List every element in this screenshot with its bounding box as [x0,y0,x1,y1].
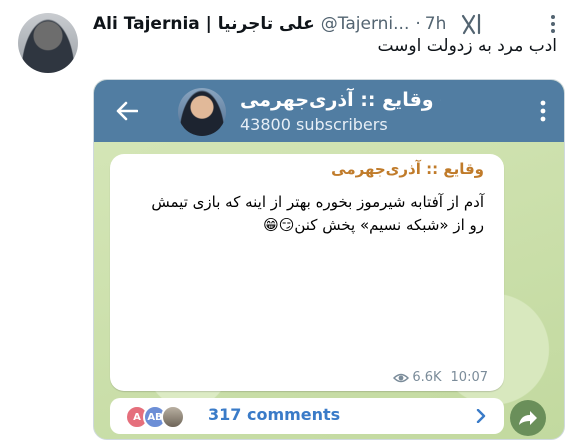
author-handle[interactable]: @Tajerni... [321,14,410,34]
telegram-header: وقایع :: آذری‌جهرمی 43800 subscribers [94,80,564,142]
tweet-header: Ali Tajernia | علی تاجرنیا @Tajerni... ·… [93,11,559,37]
share-button[interactable] [510,400,546,436]
channel-avatar[interactable] [178,88,226,136]
menu-dots-icon[interactable] [540,100,546,122]
message-bubble[interactable]: وقایع :: آذری‌جهرمی آدم از آفتابه شیرموز… [110,154,504,391]
message-meta: 6.6K 10:07 [393,370,488,385]
commenter-avatar [161,405,185,429]
separator-dot: · [415,14,421,34]
tweet-time[interactable]: 7h [425,14,447,34]
more-icon[interactable] [550,14,556,34]
channel-title-row: وقایع :: آذری‌جهرمی [240,88,440,112]
share-icon [519,411,537,425]
chevron-right-icon [476,409,486,423]
comments-bar[interactable]: A AB 317 comments [110,398,504,434]
grok-icon[interactable] [460,13,484,35]
tweet-author-avatar[interactable] [18,13,78,73]
back-arrow-icon[interactable] [116,101,138,121]
author-name[interactable]: Ali Tajernia | علی تاجرنیا [93,14,315,34]
message-time: 10:07 [450,370,488,385]
message-text: آدم از آفتابه شیرموز بخوره بهتر از اینه … [151,193,484,234]
tweet-text: ادب مرد به زدولت اوست [377,36,557,56]
message-sender: وقایع :: آذری‌جهرمی [331,160,484,178]
view-count: 6.6K [412,370,442,385]
eye-icon [393,373,410,382]
channel-name: وقایع :: آذری‌جهرمی [240,89,434,111]
comments-link[interactable]: 317 comments [208,405,340,424]
subscriber-count: 43800 subscribers [240,115,388,134]
telegram-screenshot[interactable]: وقایع :: آذری‌جهرمی 43800 subscribers وق… [93,79,565,440]
